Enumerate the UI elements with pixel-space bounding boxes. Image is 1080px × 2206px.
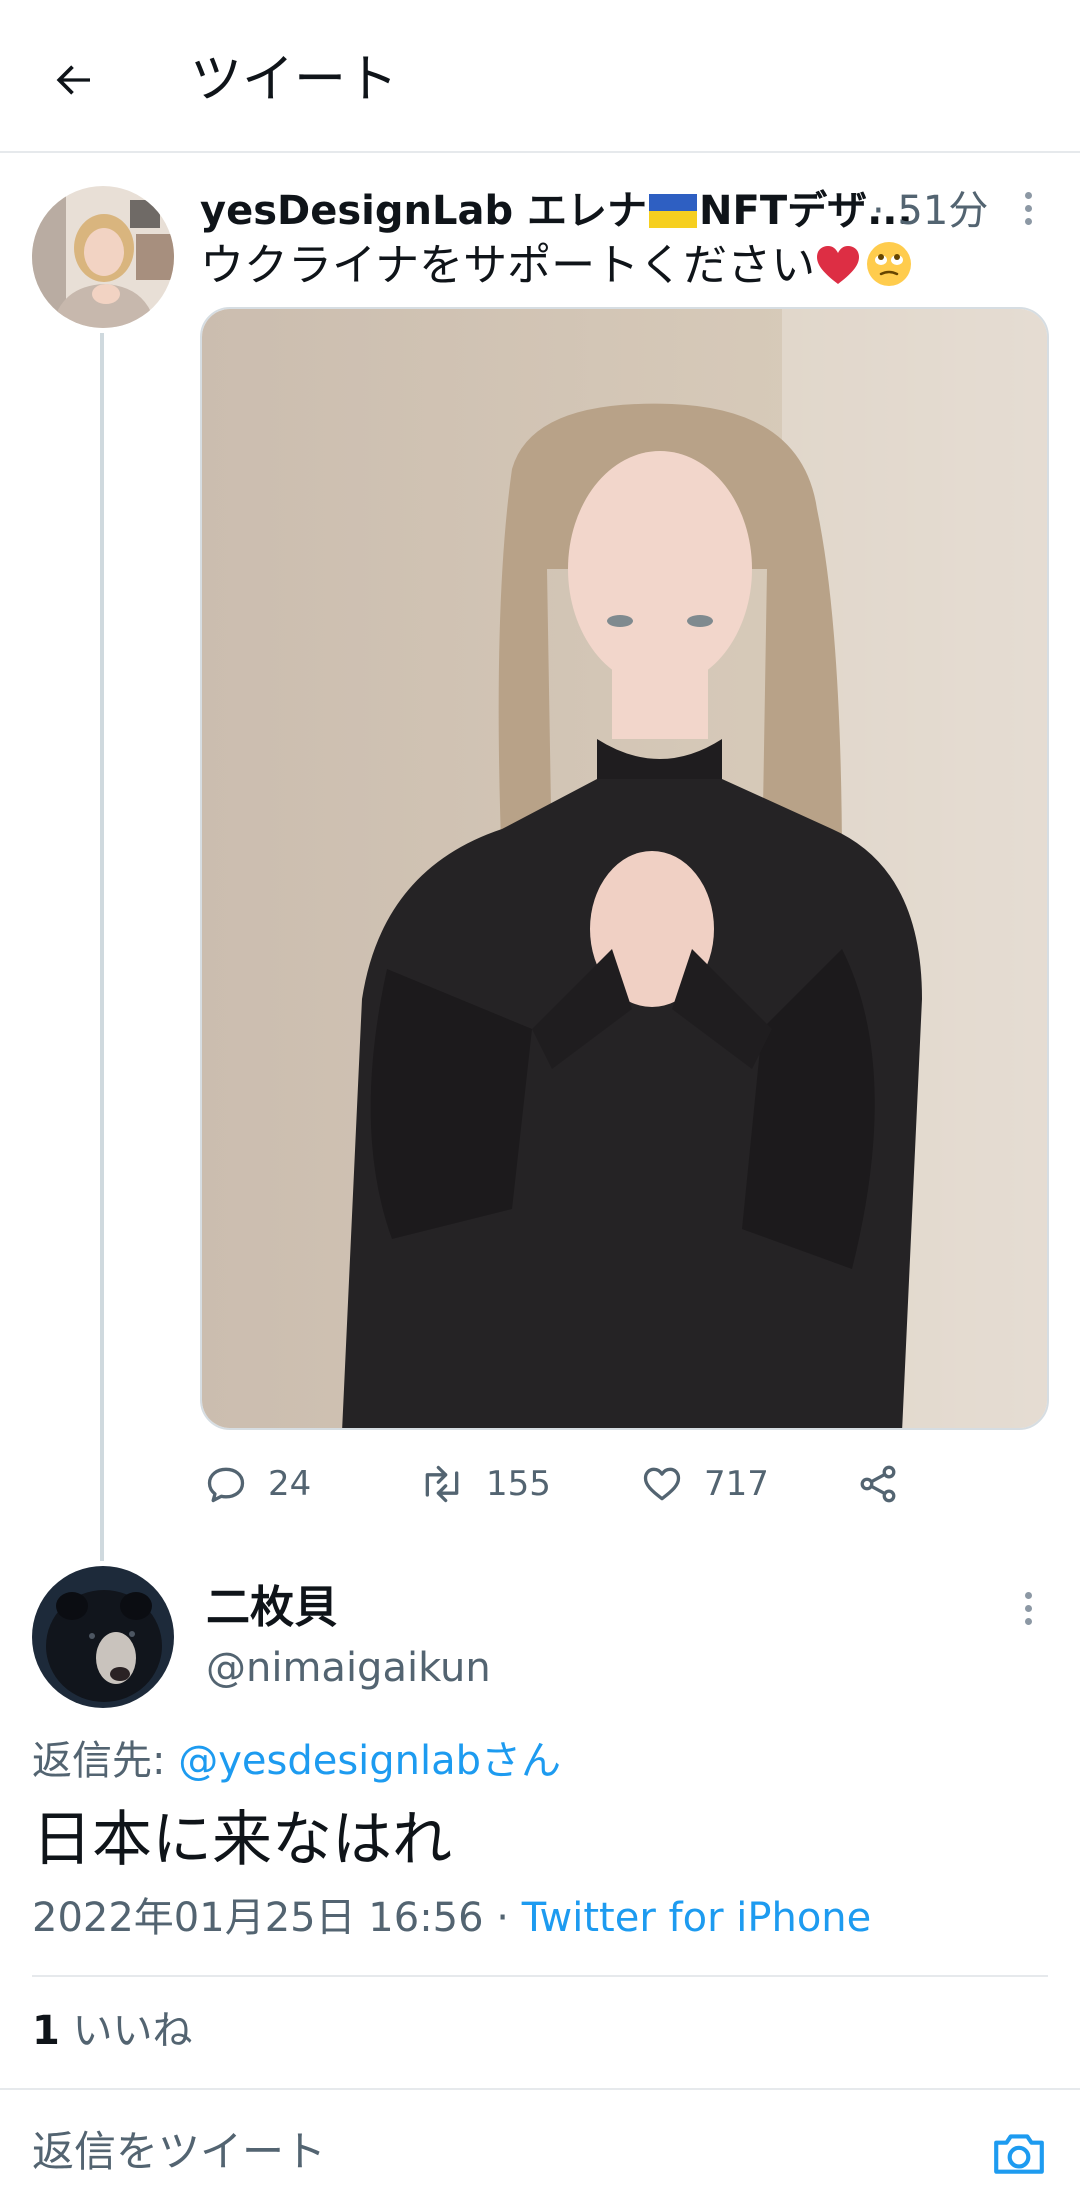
reply-compose-input[interactable]: 返信をツイート bbox=[32, 2124, 326, 2180]
speech-bubble-icon bbox=[207, 1467, 245, 1503]
retweet-icon bbox=[425, 1465, 459, 1503]
reply-text: 日本に来なはれ bbox=[32, 1805, 452, 1875]
tweet-photo-image bbox=[202, 309, 1047, 1428]
tweet-text: ウクライナをサポートください bbox=[200, 236, 913, 296]
reply-count: 24 bbox=[268, 1464, 312, 1504]
tweet-photo[interactable] bbox=[200, 307, 1049, 1430]
more-vertical-icon[interactable] bbox=[1010, 186, 1046, 230]
red-heart-icon bbox=[817, 246, 860, 284]
reply-source-link[interactable]: Twitter for iPhone bbox=[522, 1895, 872, 1941]
author-avatar-image bbox=[32, 186, 174, 328]
reply-author-avatar-image bbox=[32, 1566, 174, 1708]
ukraine-flag-icon bbox=[649, 194, 698, 228]
camera-button[interactable] bbox=[984, 2118, 1054, 2188]
page-title: ツイート bbox=[190, 50, 399, 110]
reply-action[interactable]: 24 bbox=[204, 1452, 311, 1516]
author-name[interactable]: yesDesignLab エレナ NFTデザ... bbox=[200, 183, 913, 239]
likes-summary[interactable]: 1 いいね bbox=[32, 2003, 193, 2059]
divider bbox=[0, 2088, 1080, 2090]
back-button[interactable] bbox=[38, 44, 110, 116]
arrow-left-icon bbox=[56, 65, 90, 95]
reply-to-label: 返信先: bbox=[32, 1738, 179, 1784]
retweet-count: 155 bbox=[486, 1464, 551, 1504]
author-avatar[interactable] bbox=[32, 186, 174, 328]
retweet-action[interactable]: 155 bbox=[418, 1452, 551, 1516]
thread-line bbox=[100, 333, 104, 1561]
likes-label: いいね bbox=[59, 2008, 193, 2054]
share-icon bbox=[860, 1465, 896, 1503]
tweet-text-body: ウクライナをサポートください bbox=[200, 240, 816, 291]
like-count: 717 bbox=[704, 1464, 769, 1504]
reply-author-handle[interactable]: @nimaigaikun bbox=[206, 1640, 491, 1696]
reply-to-link[interactable]: @yesdesignlabさん bbox=[178, 1738, 561, 1784]
author-name-prefix: yesDesignLab エレナ bbox=[200, 188, 648, 234]
divider bbox=[32, 1975, 1048, 1977]
tweet-time: · 51分 bbox=[872, 188, 989, 234]
reply-meta: 2022年01月25日 16:56 · Twitter for iPhone bbox=[32, 1890, 871, 1946]
reply-timestamp: 2022年01月25日 16:56 · bbox=[32, 1895, 522, 1941]
share-action[interactable] bbox=[856, 1452, 900, 1516]
reply-to-line: 返信先: @yesdesignlabさん bbox=[32, 1733, 561, 1789]
heart-icon bbox=[643, 1467, 681, 1501]
eye-roll-face-icon bbox=[867, 242, 912, 286]
reply-author-name[interactable]: 二枚貝 bbox=[206, 1578, 338, 1638]
reply-author-avatar[interactable] bbox=[32, 1566, 174, 1708]
top-bar: ツイート bbox=[0, 0, 1080, 153]
camera-icon bbox=[994, 2134, 1044, 2174]
tweet-actions: 24 155 717 bbox=[200, 1452, 1049, 1516]
more-vertical-icon[interactable] bbox=[1010, 1586, 1046, 1630]
like-action[interactable]: 717 bbox=[640, 1452, 769, 1516]
likes-count: 1 bbox=[32, 2008, 60, 2054]
